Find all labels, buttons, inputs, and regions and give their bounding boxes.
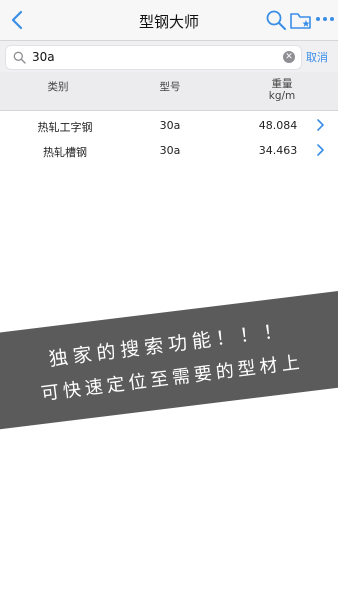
row-category: 热轧工字钢 (37, 121, 93, 134)
more-icon[interactable] (315, 15, 335, 23)
search-bar: 30a ✕ 取消 (0, 41, 338, 72)
row-category: 热轧槽钢 (43, 146, 87, 159)
column-header-model: 型号 (159, 81, 181, 93)
search-value[interactable]: 30a (32, 50, 55, 64)
search-icon[interactable] (265, 9, 287, 31)
row-model: 30a (159, 119, 181, 132)
row-weight: 48.084 (258, 119, 298, 132)
table-row[interactable]: 热轧槽钢 30a 34.463 (0, 140, 338, 162)
folder-star-icon[interactable] (289, 9, 313, 31)
search-input[interactable]: 30a ✕ (5, 45, 302, 70)
column-header-category: 类别 (47, 81, 69, 93)
page-title: 型钢大师 (138, 13, 199, 31)
row-weight: 34.463 (258, 144, 298, 157)
table-row[interactable]: 热轧工字钢 30a 48.084 (0, 115, 338, 137)
weight-label: 重量 (271, 78, 293, 90)
clear-icon[interactable]: ✕ (283, 51, 295, 63)
weight-unit: kg/m (268, 90, 296, 102)
row-model: 30a (159, 144, 181, 157)
table-header: 类别 型号 重量 kg/m (0, 72, 338, 111)
nav-bar: 型钢大师 (0, 0, 338, 41)
cancel-button[interactable]: 取消 (306, 49, 328, 65)
column-header-weight: 重量 kg/m (258, 78, 306, 102)
promo-banner: 独家的搜索功能！！！ 可快速定位至需要的型材上 (0, 286, 338, 434)
chevron-right-icon[interactable] (316, 143, 325, 157)
chevron-right-icon[interactable] (316, 118, 325, 132)
search-icon (13, 51, 26, 64)
